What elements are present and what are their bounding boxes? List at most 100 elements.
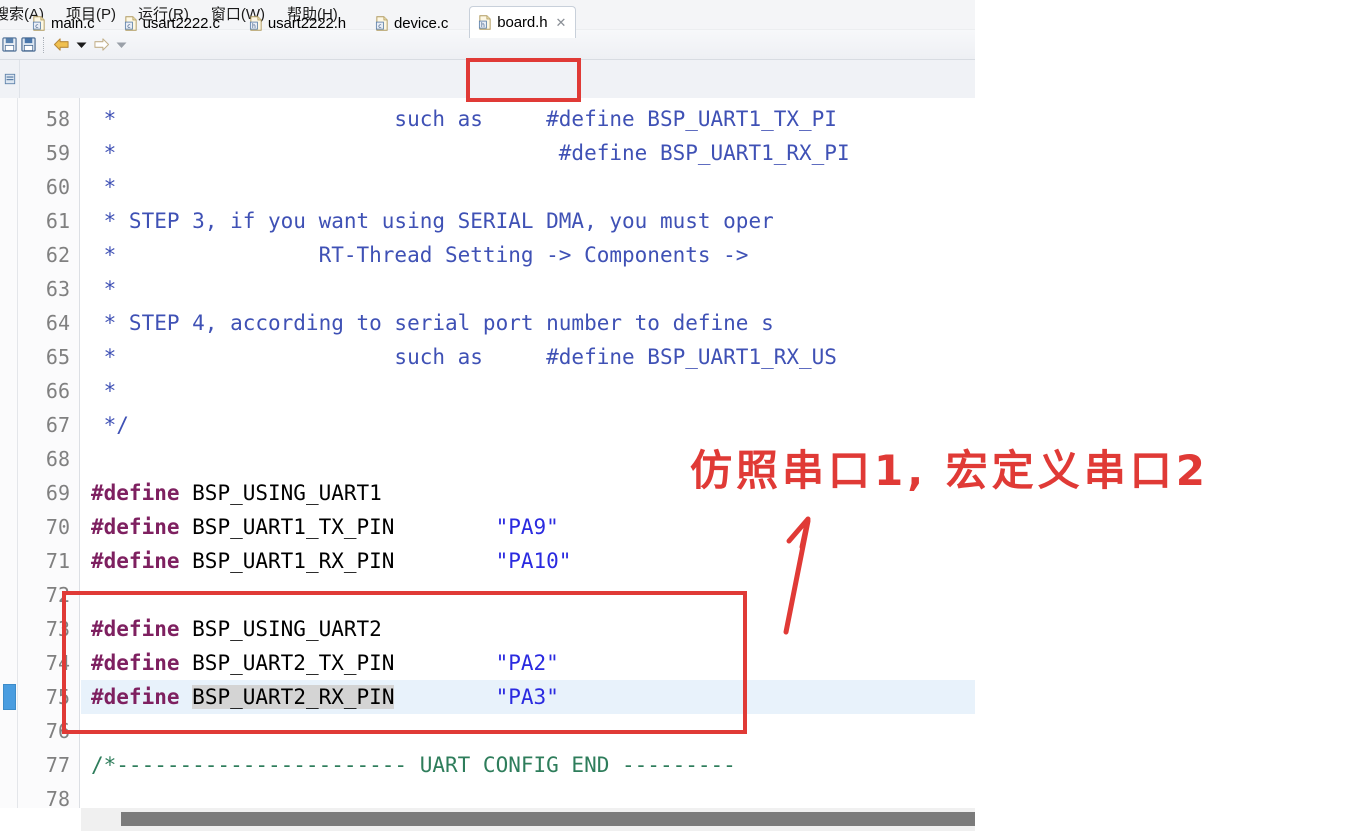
code-token: * STEP 3, if you want using SERIAL DMA, … — [91, 209, 774, 233]
svg-text:c: c — [378, 22, 381, 29]
forward-arrow-icon[interactable] — [90, 37, 112, 52]
line-number: 68 — [45, 447, 70, 471]
tab-label: usart2222.c — [142, 14, 220, 32]
code-token: BSP_USING_UART2 — [179, 617, 382, 641]
code-line-row[interactable]: #define BSP_UART1_RX_PIN "PA10" — [81, 544, 975, 578]
line-number-gutter: 58 59 60 61 62 63 64 65 66 67 68 69 70 71 72 73 74 75 76 77… — [18, 98, 80, 808]
code-line-text: * STEP 4, according to serial port numbe… — [91, 306, 774, 340]
line-number: 65 — [45, 345, 70, 369]
line-number: 71 — [45, 549, 70, 573]
code-line-row[interactable]: * such as #define BSP_UART1_TX_PI — [81, 102, 975, 136]
line-number: 61 — [45, 209, 70, 233]
horizontal-scrollbar-track[interactable] — [81, 808, 975, 831]
code-token: * such as #define BSP_UART1_RX_US — [91, 345, 837, 369]
code-token: * RT-Thread Setting -> Components -> — [91, 243, 749, 267]
code-editor[interactable]: 58 59 60 61 62 63 64 65 66 67 68 69 70 71 72 73 74 75 76 77… — [0, 98, 975, 808]
code-line-text: * — [91, 272, 117, 306]
tab-usart2222-h[interactable]: h usart2222.h — [241, 8, 355, 38]
selected-identifier: BSP_UART2_RX_PIN — [192, 685, 395, 709]
code-line-text: /*----------------------- UART CONFIG EN… — [91, 748, 736, 782]
editor-tab-bar — [0, 60, 975, 98]
forward-dropdown-icon[interactable] — [112, 41, 130, 49]
tab-label: device.c — [394, 14, 449, 32]
vertical-view-stub[interactable] — [0, 60, 20, 98]
code-line-row[interactable]: * — [81, 272, 975, 306]
code-line-text: */ — [91, 408, 129, 442]
line-number: 67 — [45, 413, 70, 437]
code-token: BSP_UART2_TX_PIN — [179, 651, 496, 675]
code-line-row[interactable]: * — [81, 170, 975, 204]
code-line-row[interactable]: * STEP 3, if you want using SERIAL DMA, … — [81, 204, 975, 238]
code-line-row[interactable]: #define BSP_USING_UART2 — [81, 612, 975, 646]
code-line-row[interactable]: #define BSP_UART1_TX_PIN "PA9" — [81, 510, 975, 544]
code-line-row[interactable]: * — [81, 374, 975, 408]
line-number: 76 — [45, 719, 70, 743]
code-token: */ — [91, 413, 129, 437]
code-line-row[interactable] — [81, 714, 975, 748]
line-number: 59 — [45, 141, 70, 165]
code-line-row[interactable]: */ — [81, 408, 975, 442]
code-token: #define — [91, 685, 180, 709]
code-line-row[interactable]: #define BSP_UART2_TX_PIN "PA2" — [81, 646, 975, 680]
save-all-icon[interactable] — [18, 37, 38, 52]
back-arrow-icon[interactable] — [50, 37, 72, 52]
code-line-row[interactable]: #define BSP_USING_UART1 — [81, 476, 975, 510]
c-file-icon: c — [32, 15, 46, 31]
line-number: 70 — [45, 515, 70, 539]
svg-text:h: h — [481, 22, 485, 29]
code-token: * — [91, 175, 117, 199]
line-number: 72 — [45, 583, 70, 607]
horizontal-scrollbar-thumb[interactable] — [121, 812, 975, 826]
code-line-row[interactable]: #define BSP_UART2_RX_PIN "PA3" — [81, 680, 975, 714]
code-line-row[interactable]: * STEP 4, according to serial port numbe… — [81, 306, 975, 340]
code-line-row[interactable]: * #define BSP_UART1_RX_PI — [81, 136, 975, 170]
tab-label: board.h — [497, 14, 548, 31]
tab-main-c[interactable]: c main.c — [24, 8, 104, 38]
tab-strip: c main.c c usart2222.c h usart2222.h c device.c… — [24, 0, 577, 38]
line-number: 66 — [45, 379, 70, 403]
code-line-text: * STEP 3, if you want using SERIAL DMA, … — [91, 204, 774, 238]
header-file-icon: h — [249, 15, 263, 31]
line-number: 63 — [45, 277, 70, 301]
code-line-row[interactable]: * RT-Thread Setting -> Components -> — [81, 238, 975, 272]
code-line-text: #define BSP_UART1_RX_PIN "PA10" — [91, 544, 571, 578]
code-token: "PA9" — [495, 515, 559, 539]
code-line-row[interactable] — [81, 442, 975, 476]
code-line-text: * such as #define BSP_UART1_RX_US — [91, 340, 837, 374]
code-token: * #define BSP_UART1_RX_PI — [91, 141, 850, 165]
code-token: #define — [91, 515, 180, 539]
back-dropdown-icon[interactable] — [72, 41, 90, 49]
header-file-icon: h — [478, 15, 492, 30]
code-token: #define — [91, 549, 180, 573]
code-token: * such as #define BSP_UART1_TX_PI — [91, 107, 837, 131]
marker-gutter[interactable] — [0, 98, 18, 808]
code-token: BSP_USING_UART1 — [179, 481, 382, 505]
code-text-area[interactable]: * such as #define BSP_UART1_TX_PI * #def… — [81, 98, 975, 808]
close-icon[interactable]: ✕ — [555, 16, 566, 29]
line-number: 75 — [45, 685, 70, 709]
code-line-row[interactable]: * such as #define BSP_UART1_RX_US — [81, 340, 975, 374]
code-line-text: * such as #define BSP_UART1_TX_PI — [91, 102, 837, 136]
code-token: #define — [91, 651, 180, 675]
code-token: BSP_UART1_RX_PIN — [179, 549, 496, 573]
toolbar-separator — [43, 36, 45, 53]
code-token: * STEP 4, according to serial port numbe… — [91, 311, 774, 335]
tab-usart2222-c[interactable]: c usart2222.c — [116, 8, 229, 38]
line-number: 64 — [45, 311, 70, 335]
code-line-row[interactable] — [81, 578, 975, 612]
code-line-row[interactable] — [81, 782, 975, 808]
code-line-row[interactable]: /*----------------------- UART CONFIG EN… — [81, 748, 975, 782]
line-number: 78 — [45, 787, 70, 808]
code-line-text: #define BSP_UART2_RX_PIN "PA3" — [91, 680, 559, 714]
svg-text:c: c — [127, 22, 130, 29]
c-file-icon: c — [124, 15, 138, 31]
tab-device-c[interactable]: c device.c — [367, 8, 457, 38]
code-line-text: * — [91, 170, 117, 204]
line-number: 58 — [45, 107, 70, 131]
save-icon[interactable] — [0, 37, 18, 52]
svg-text:c: c — [35, 22, 38, 29]
tab-board-h[interactable]: h board.h ✕ — [469, 6, 577, 38]
line-number: 74 — [45, 651, 70, 675]
